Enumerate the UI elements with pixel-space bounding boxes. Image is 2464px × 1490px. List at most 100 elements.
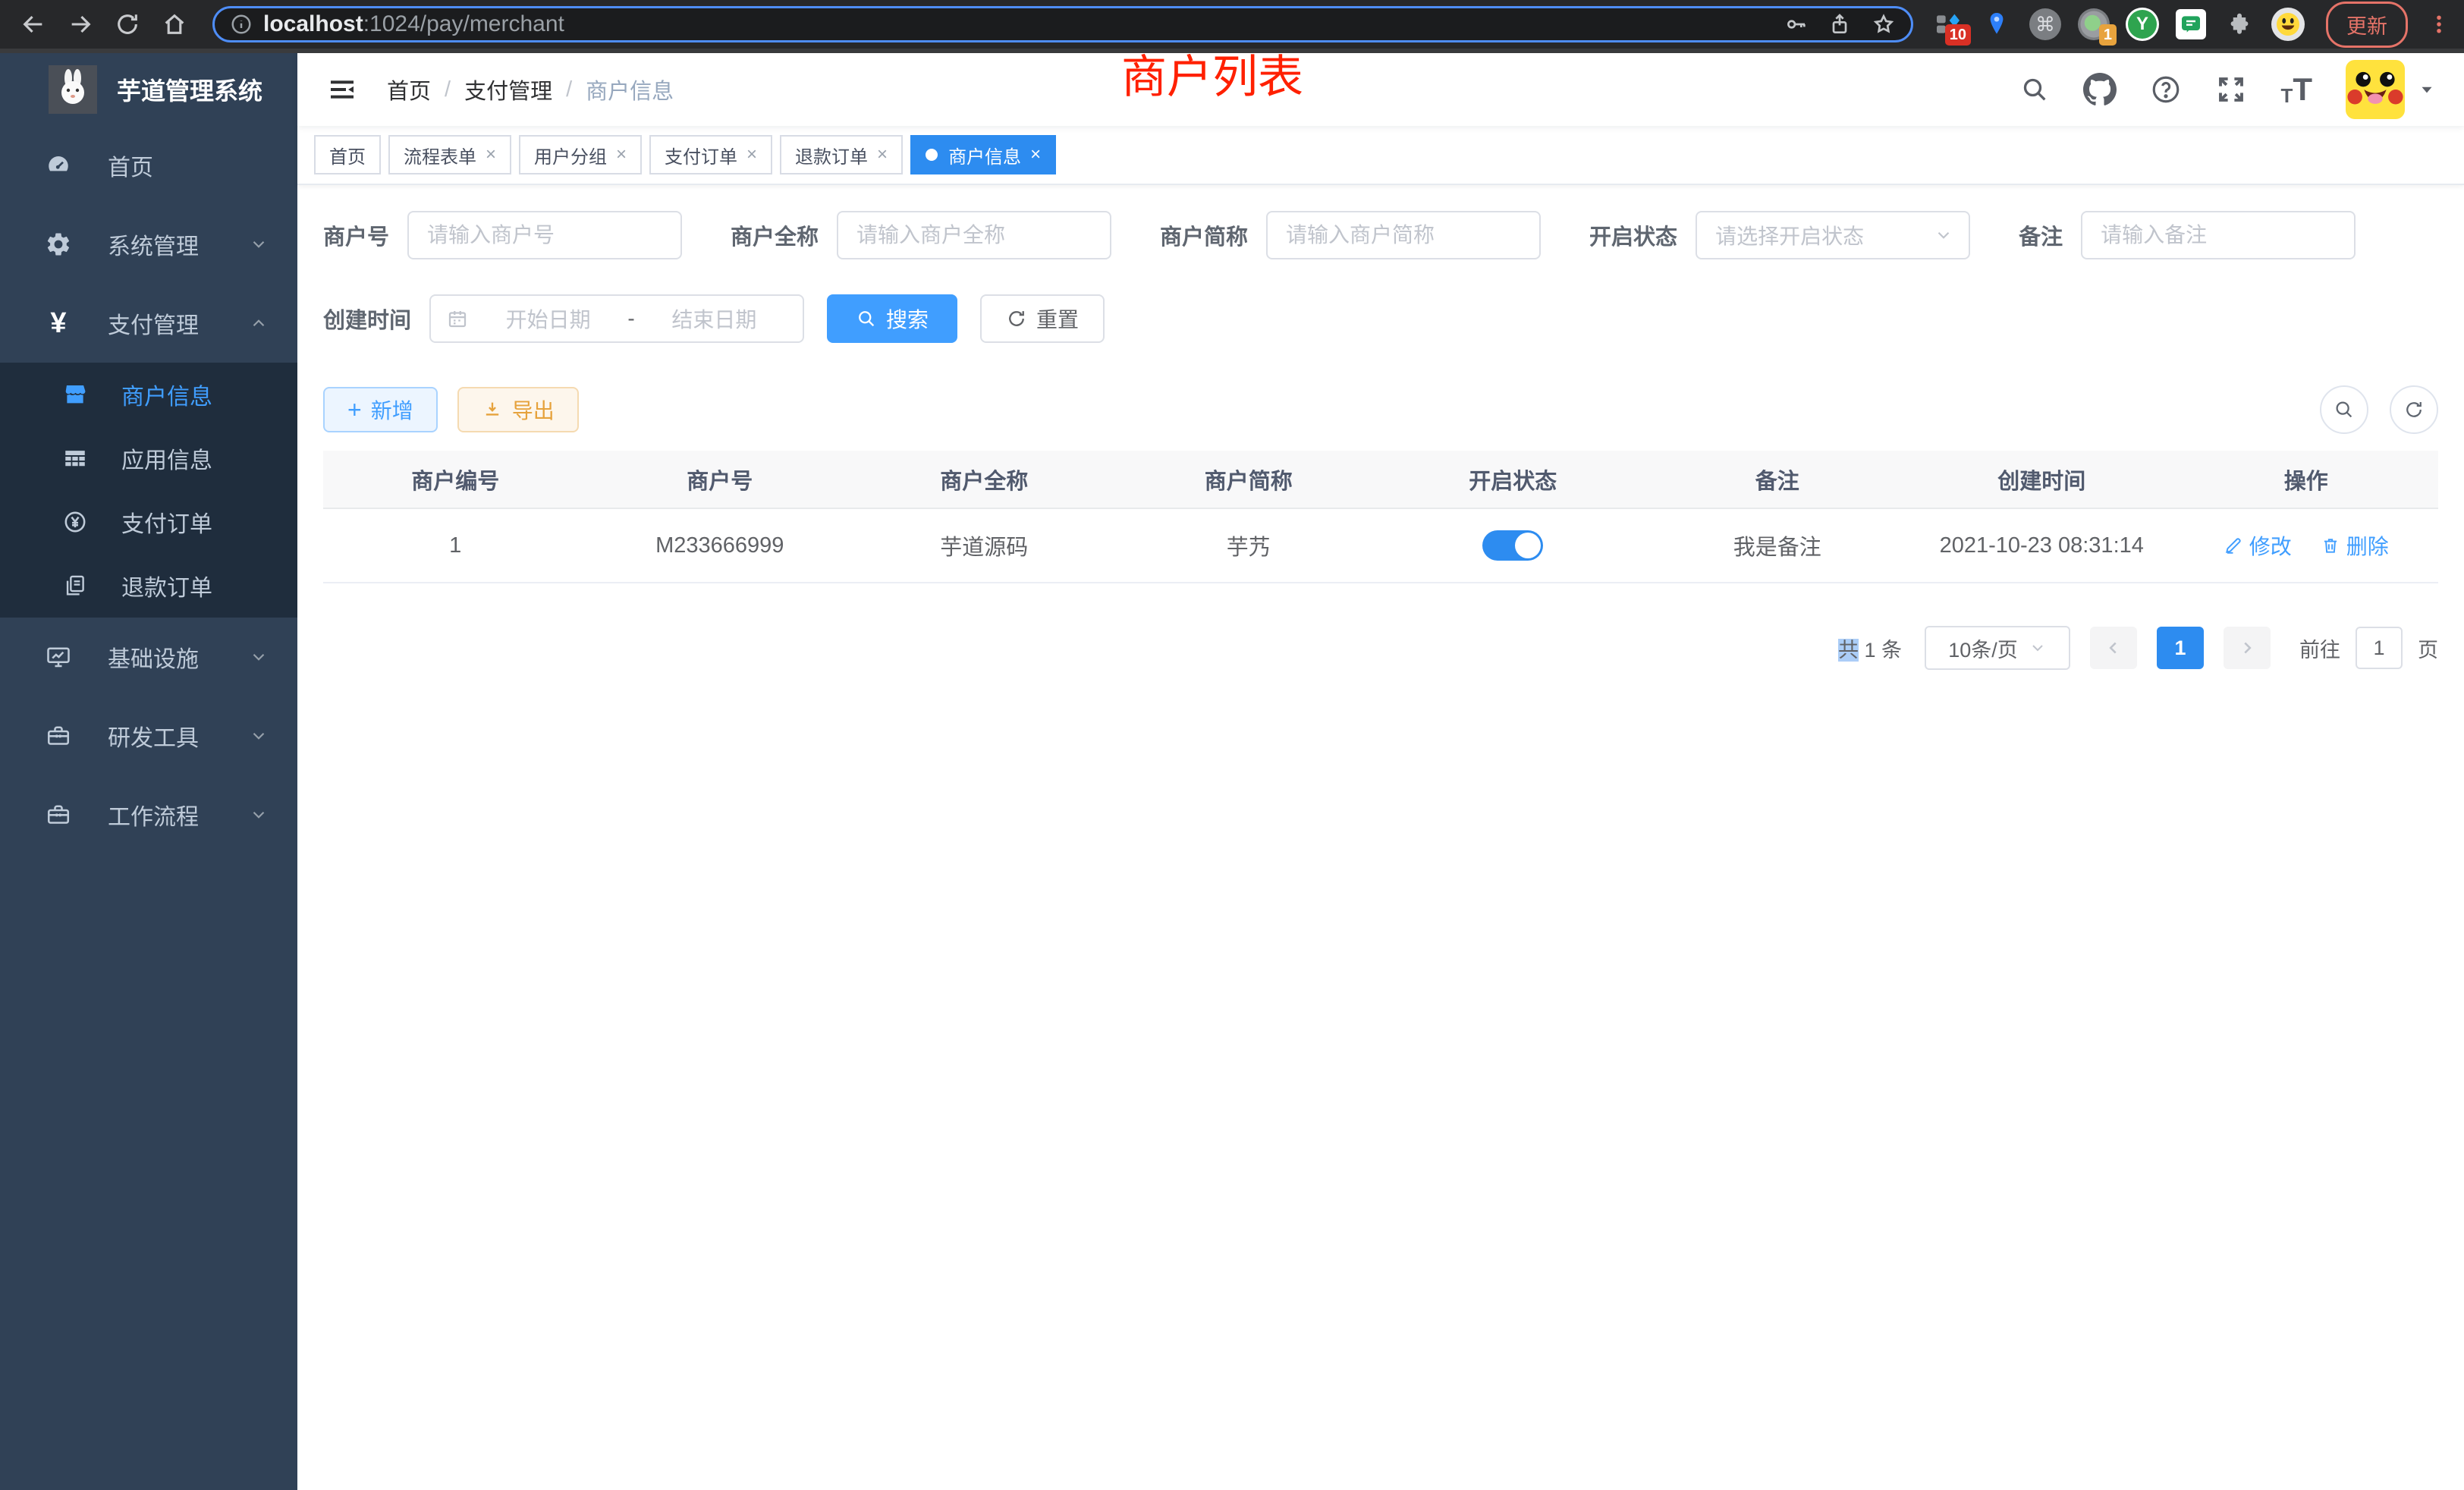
page-number-current[interactable]: 1 (2157, 627, 2204, 669)
url-bar[interactable]: localhost:1024/pay/merchant (212, 6, 1913, 42)
next-page-button[interactable] (2224, 627, 2271, 669)
breadcrumb-item[interactable]: 首页 (387, 74, 431, 105)
reload-icon (115, 11, 140, 37)
header-search-button[interactable] (2019, 74, 2050, 105)
sidebar-item-label: 应用信息 (121, 442, 212, 475)
merchant-no-input[interactable] (407, 211, 682, 259)
status-select[interactable]: 请选择开启状态 (1696, 211, 1970, 259)
extension-command-icon[interactable]: ⌘ (2029, 8, 2062, 41)
browser-forward-button[interactable] (61, 5, 100, 44)
extension-y-icon[interactable]: Y (2126, 8, 2159, 41)
status-toggle-on[interactable] (1482, 530, 1543, 561)
add-button[interactable]: + 新增 (323, 387, 438, 432)
share-icon[interactable] (1828, 12, 1852, 36)
page-size-select[interactable]: 10条/页 (1925, 626, 2070, 670)
tag-tab-home[interactable]: 首页 (314, 135, 381, 174)
refresh-table-button[interactable] (2390, 385, 2438, 434)
close-icon[interactable]: × (746, 144, 757, 165)
total-unit: 条 (1881, 639, 1902, 662)
merchant-list-page: 商户号 商户全称 商户简称 开启状态 请选择开启状态 (297, 185, 2464, 1490)
browser-back-button[interactable] (14, 5, 53, 44)
yen-icon: ¥ (42, 307, 74, 340)
sidebar-item-infra[interactable]: 基础设施 (0, 618, 297, 696)
cell-remark: 我是备注 (1645, 508, 1910, 583)
large-t-glyph: T (2293, 71, 2312, 108)
short-name-input[interactable] (1266, 211, 1541, 259)
close-icon[interactable]: × (877, 144, 888, 165)
breadcrumb-item[interactable]: 支付管理 (464, 74, 552, 105)
user-avatar-menu[interactable] (2346, 60, 2437, 119)
sidebar-item-system[interactable]: 系统管理 (0, 205, 297, 284)
fullscreen-button[interactable] (2215, 74, 2247, 105)
chevron-up-icon (249, 313, 269, 333)
sidebar-collapse-button[interactable] (325, 74, 360, 105)
page-info-icon[interactable] (230, 13, 253, 36)
sidebar-item-label: 商户信息 (121, 378, 212, 411)
goto-page-input[interactable] (2356, 627, 2403, 669)
extension-recorder-icon[interactable]: 1 (2077, 8, 2110, 41)
browser-update-button[interactable]: 更新 (2326, 2, 2408, 48)
tag-tab-user-group[interactable]: 用户分组× (519, 135, 642, 174)
reset-button[interactable]: 重置 (980, 294, 1105, 343)
close-icon[interactable]: × (1030, 144, 1041, 165)
remark-input[interactable] (2081, 211, 2356, 259)
close-icon[interactable]: × (616, 144, 627, 165)
delete-link[interactable]: 删除 (2321, 530, 2389, 561)
sidebar-item-devtools[interactable]: 研发工具 (0, 696, 297, 775)
extensions-puzzle-icon[interactable] (2223, 8, 2256, 41)
create-time-range-picker[interactable]: 开始日期 - 结束日期 (429, 294, 804, 343)
end-date-placeholder[interactable]: 结束日期 (641, 303, 787, 334)
tag-tab-merchant-info-active[interactable]: 商户信息× (910, 135, 1056, 174)
sidebar-item-workflow[interactable]: 工作流程 (0, 775, 297, 854)
tag-tab-refund-order[interactable]: 退款订单× (780, 135, 903, 174)
sidebar-item-home[interactable]: 首页 (0, 126, 297, 205)
start-date-placeholder[interactable]: 开始日期 (475, 303, 621, 334)
dashboard-icon (42, 152, 74, 179)
tag-label: 流程表单 (404, 142, 476, 168)
close-icon[interactable]: × (486, 144, 496, 165)
shop-icon (59, 382, 91, 407)
profile-avatar-icon[interactable] (2271, 8, 2305, 41)
chevron-down-icon (2029, 639, 2047, 657)
sidebar: 芋道管理系统 首页 系统管理 ¥ 支付管理 (0, 53, 297, 1490)
tag-tab-pay-order[interactable]: 支付订单× (649, 135, 772, 174)
full-name-label: 商户全称 (731, 219, 819, 251)
app-logo-row[interactable]: 芋道管理系统 (0, 53, 297, 126)
small-t-glyph: T (2280, 84, 2293, 108)
bookmark-star-icon[interactable] (1872, 12, 1896, 36)
export-button[interactable]: 导出 (457, 387, 579, 432)
full-name-input[interactable] (837, 211, 1111, 259)
browser-menu-button[interactable] (2428, 11, 2450, 37)
date-separator: - (627, 306, 634, 331)
sidebar-item-merchant-info[interactable]: 商户信息 (0, 363, 297, 426)
command-glyph-icon: ⌘ (2029, 8, 2061, 40)
github-button[interactable] (2083, 73, 2117, 106)
extension-pin-icon[interactable] (1980, 8, 2013, 41)
chat-glyph-icon (2176, 9, 2206, 39)
sidebar-item-label: 支付管理 (108, 306, 199, 340)
sidebar-item-pay-order[interactable]: 支付订单 (0, 490, 297, 554)
cell-full-name: 芋道源码 (852, 508, 1117, 583)
toggle-search-button[interactable] (2320, 385, 2368, 434)
search-button[interactable]: 搜索 (827, 294, 957, 343)
edit-link[interactable]: 修改 (2224, 530, 2292, 561)
password-key-icon[interactable] (1784, 12, 1808, 36)
reset-button-label: 重置 (1036, 303, 1079, 334)
extension-tasks-icon[interactable]: 10 (1931, 8, 1965, 41)
sidebar-item-refund-order[interactable]: 退款订单 (0, 554, 297, 618)
prev-page-button[interactable] (2090, 627, 2137, 669)
browser-reload-button[interactable] (108, 5, 147, 44)
tag-tab-process-form[interactable]: 流程表单 × (388, 135, 511, 174)
browser-home-button[interactable] (155, 5, 194, 44)
extension-badge: 10 (1945, 24, 1971, 46)
extension-chat-icon[interactable] (2174, 8, 2208, 41)
sidebar-item-app-info[interactable]: 应用信息 (0, 426, 297, 490)
font-size-button[interactable]: TT (2280, 71, 2312, 108)
sidebar-item-label: 系统管理 (108, 228, 199, 261)
help-button[interactable] (2150, 74, 2182, 105)
puzzle-glyph-icon (2226, 11, 2253, 38)
edit-link-label: 修改 (2249, 530, 2292, 561)
sidebar-item-pay[interactable]: ¥ 支付管理 (0, 284, 297, 363)
url-host: localhost (263, 11, 363, 36)
delete-link-label: 删除 (2346, 530, 2389, 561)
